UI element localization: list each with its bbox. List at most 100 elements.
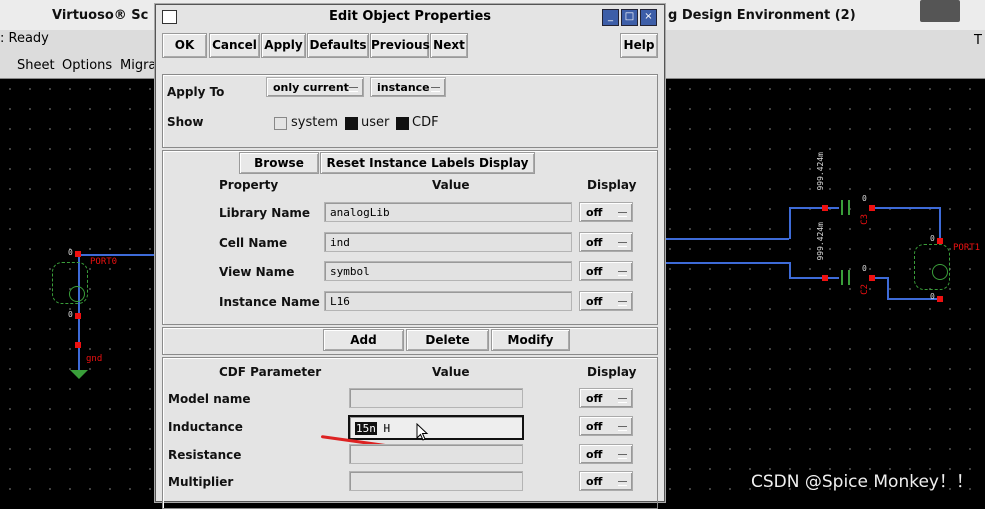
status-text: : Ready [0, 31, 49, 46]
inductance-label: Inductance [168, 420, 243, 434]
apply-target-value: instance [377, 81, 430, 94]
view-name-label: View Name [219, 265, 295, 279]
schematic-wire [789, 207, 791, 239]
display-value: off [586, 392, 603, 405]
schematic-pin [869, 205, 875, 211]
schematic-pin [75, 251, 81, 257]
cancel-button[interactable]: Cancel [209, 33, 260, 58]
schematic-pin [937, 296, 943, 302]
port0-source-icon [69, 286, 85, 302]
instance-name-display-dropdown[interactable]: off [579, 291, 633, 311]
schematic-pin [75, 342, 81, 348]
dropdown-mark-icon [618, 426, 627, 431]
display-value: off [586, 475, 603, 488]
apply-to-label: Apply To [167, 85, 225, 99]
display-value: off [586, 236, 603, 249]
pin-zero-label: 0 [930, 234, 935, 243]
library-name-display-dropdown[interactable]: off [579, 202, 633, 222]
minimize-icon[interactable]: _ [602, 9, 619, 26]
capacitor-c2-plate [841, 270, 843, 285]
dialog-title: Edit Object Properties [156, 5, 664, 29]
maximize-icon[interactable]: □ [621, 9, 638, 26]
window-menu-icon[interactable] [162, 10, 177, 24]
schematic-wire [874, 277, 888, 279]
pin-zero-label: 0 [862, 264, 867, 273]
view-name-field[interactable]: symbol [324, 261, 572, 281]
background-window-title-right: g Design Environment (2) [668, 8, 856, 23]
modify-button[interactable]: Modify [491, 329, 570, 351]
menu-sheet[interactable]: Sheet [17, 58, 55, 73]
instance-name-field[interactable]: L16 [324, 291, 572, 311]
instance-name-label: Instance Name [219, 295, 320, 309]
dropdown-mark-icon [618, 271, 627, 276]
schematic-wire [789, 207, 839, 209]
multiplier-label: Multiplier [168, 475, 234, 489]
dropdown-mark-icon [618, 212, 627, 217]
resistance-display-dropdown[interactable]: off [579, 444, 633, 464]
next-button[interactable]: Next [430, 33, 468, 58]
display-value: off [586, 420, 603, 433]
menu-options[interactable]: Options [62, 58, 112, 73]
cell-name-display-dropdown[interactable]: off [579, 232, 633, 252]
c2-value-label: 999.424m [816, 222, 825, 261]
help-button[interactable]: Help [620, 33, 658, 58]
apply-button[interactable]: Apply [261, 33, 306, 58]
gnd-label: gnd [86, 354, 103, 364]
capacitor-c3-plate [841, 200, 843, 215]
display-column-header: Display [587, 178, 637, 192]
dropdown-mark-icon [618, 481, 627, 486]
cell-name-field[interactable]: ind [324, 232, 572, 252]
inductance-display-dropdown[interactable]: off [579, 416, 633, 436]
menu-migrate[interactable]: Migra [120, 58, 156, 73]
dropdown-mark-icon [618, 242, 627, 247]
schematic-wire [664, 238, 789, 240]
model-name-field[interactable] [349, 388, 523, 408]
c2-label: C2 [860, 284, 870, 295]
view-name-display-dropdown[interactable]: off [579, 261, 633, 281]
watermark: CSDN @Spice Monkey！！ [751, 472, 973, 492]
cdf-checkbox[interactable] [396, 117, 409, 130]
apply-scope-dropdown[interactable]: only current [266, 77, 364, 97]
schematic-wire [939, 207, 941, 241]
inductance-unit-text: H [376, 422, 391, 435]
inductance-field[interactable]: 15n H [348, 415, 524, 440]
ground-icon [70, 370, 88, 379]
display-value: off [586, 448, 603, 461]
resistance-field[interactable] [349, 444, 523, 464]
mouse-pointer-icon [416, 423, 429, 441]
library-name-field[interactable]: analogLib [324, 202, 572, 222]
delete-button[interactable]: Delete [406, 329, 489, 351]
schematic-pin [822, 205, 828, 211]
pin-zero-label: 0 [862, 194, 867, 203]
cdf-checkbox-label: CDF [412, 115, 439, 130]
add-button[interactable]: Add [323, 329, 404, 351]
close-icon[interactable]: × [640, 9, 657, 26]
defaults-button[interactable]: Defaults [307, 33, 369, 58]
apply-target-dropdown[interactable]: instance [370, 77, 446, 97]
capacitor-c2-plate [848, 270, 850, 285]
model-name-display-dropdown[interactable]: off [579, 388, 633, 408]
schematic-wire [78, 254, 158, 256]
browse-button[interactable]: Browse [239, 152, 319, 174]
model-name-label: Model name [168, 392, 251, 406]
dropdown-mark-icon [618, 301, 627, 306]
schematic-pin [822, 275, 828, 281]
dropdown-mark-icon [349, 87, 358, 92]
pin-zero-label: 0 [930, 292, 935, 301]
schematic-wire [789, 262, 791, 278]
edit-object-properties-dialog: Edit Object Properties _ □ × OK Cancel A… [155, 4, 665, 509]
pin-zero-label: 0 [68, 248, 73, 257]
ok-button[interactable]: OK [162, 33, 207, 58]
user-checkbox[interactable] [345, 117, 358, 130]
cdf-parameter-column-header: CDF Parameter [219, 365, 322, 379]
show-label: Show [167, 115, 204, 129]
pin-zero-label: 0 [68, 310, 73, 319]
multiplier-field[interactable] [349, 471, 523, 491]
previous-button[interactable]: Previous [370, 33, 430, 58]
resistance-label: Resistance [168, 448, 242, 462]
reset-labels-button[interactable]: Reset Instance Labels Display [320, 152, 535, 174]
schematic-wire [789, 277, 839, 279]
multiplier-display-dropdown[interactable]: off [579, 471, 633, 491]
property-column-header: Property [219, 178, 279, 192]
system-checkbox[interactable] [274, 117, 287, 130]
